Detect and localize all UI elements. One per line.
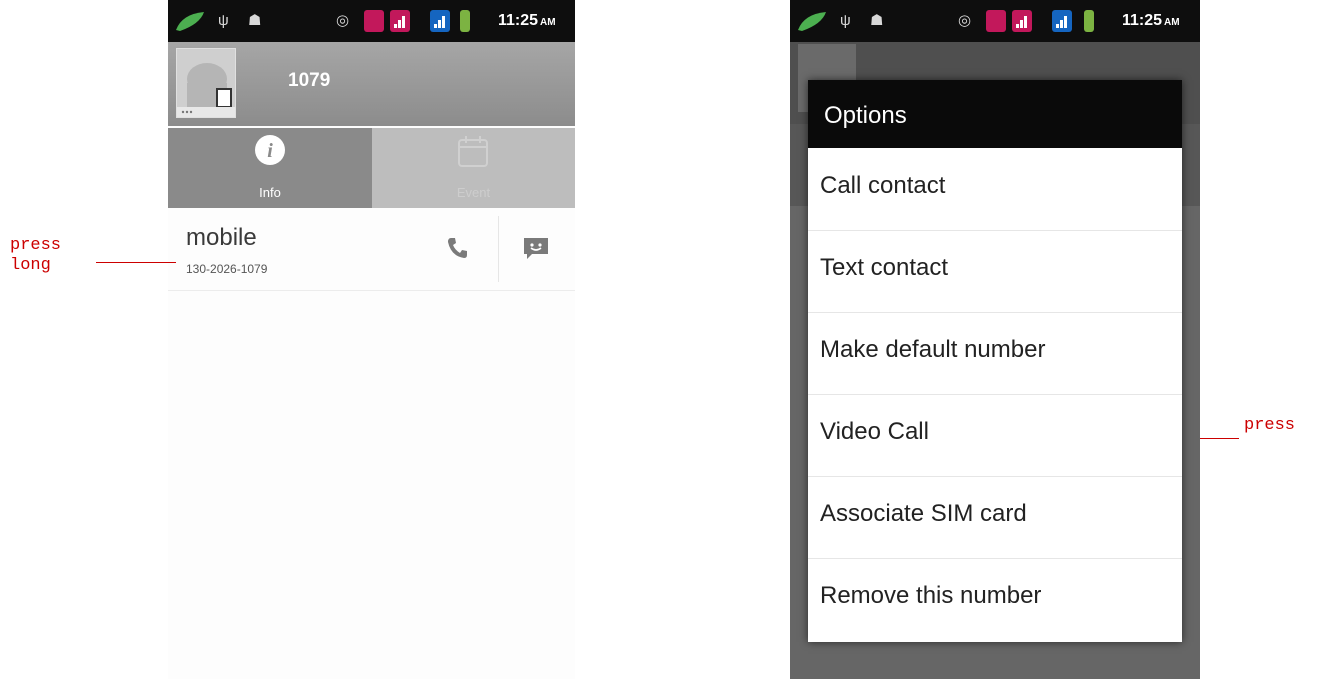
sim2-signal-icon [1052, 10, 1072, 32]
contact-name: 1079 [288, 70, 331, 91]
sim1-signal-icon [1012, 10, 1032, 32]
battery-icon [460, 10, 470, 32]
dialog-title: Options [824, 102, 907, 129]
annotation-press-long-line2: long [10, 256, 51, 275]
contact-header: 1079 [168, 42, 575, 126]
options-dialog-screen: ψ ☗ ◎ 11:25 AM Options Call contact Text … [790, 0, 1200, 679]
option-label: Call contact [820, 172, 946, 199]
tab-event-label: Event [456, 185, 491, 200]
calendar-icon [458, 136, 488, 167]
option-label: Associate SIM card [820, 500, 1027, 527]
options-dialog: Options Call contact Text contact Make d… [808, 80, 1182, 642]
android-debug-icon: ☗ [248, 12, 262, 29]
annotation-pointer-line [96, 262, 176, 263]
message-icon[interactable] [522, 236, 550, 262]
row-divider [498, 216, 499, 282]
contact-details-screen: ψ ☗ ◎ 11:25 AM 1079 i Info Event mobile … [168, 0, 575, 679]
tab-info[interactable]: i Info [168, 128, 372, 208]
option-label: Text contact [820, 254, 949, 281]
phone-number-value: 130-2026-1079 [186, 262, 268, 276]
option-associate-sim-card[interactable]: Associate SIM card [808, 476, 1182, 559]
tab-event[interactable]: Event [372, 128, 575, 208]
status-bar: ψ ☗ ◎ 11:25 AM [790, 0, 1200, 42]
option-remove-this-number[interactable]: Remove this number [808, 558, 1182, 640]
sim2-signal-icon [430, 10, 450, 32]
android-debug-icon: ☗ [870, 12, 884, 29]
option-video-call[interactable]: Video Call [808, 394, 1182, 477]
svg-text:i: i [267, 140, 273, 162]
annotation-press: press [1244, 416, 1296, 435]
option-call-contact[interactable]: Call contact [808, 148, 1182, 231]
dialog-title-bar: Options [808, 80, 1182, 148]
app-notification-icon [174, 10, 208, 32]
option-make-default-number[interactable]: Make default number [808, 312, 1182, 395]
option-label: Remove this number [820, 582, 1042, 609]
option-label: Make default number [820, 336, 1046, 363]
contact-tabs: i Info Event [168, 128, 575, 208]
android-avatar-icon [177, 63, 235, 117]
sync-icon: ◎ [336, 12, 350, 29]
info-icon: i [255, 135, 285, 165]
sim1-signal-icon [390, 10, 410, 32]
sync-icon: ◎ [958, 12, 972, 29]
status-time: 11:25 AM [1122, 12, 1180, 29]
sim1-3g-icon [986, 10, 1006, 32]
tab-info-label: Info [259, 185, 281, 200]
phone-type-label: mobile [186, 224, 257, 251]
status-time: 11:25 AM [498, 12, 556, 29]
annotation-press-long-line1: press [10, 236, 62, 255]
usb-icon: ψ [840, 12, 851, 29]
usb-icon: ψ [218, 12, 229, 29]
phone-number-row[interactable]: mobile 130-2026-1079 [168, 210, 575, 291]
option-text-contact[interactable]: Text contact [808, 230, 1182, 313]
contact-avatar[interactable] [176, 48, 236, 118]
status-bar: ψ ☗ ◎ 11:25 AM [168, 0, 575, 42]
battery-icon [1084, 10, 1094, 32]
option-label: Video Call [820, 418, 929, 445]
sim1-3g-icon [364, 10, 384, 32]
call-icon[interactable] [446, 236, 470, 260]
app-notification-icon [796, 10, 830, 32]
